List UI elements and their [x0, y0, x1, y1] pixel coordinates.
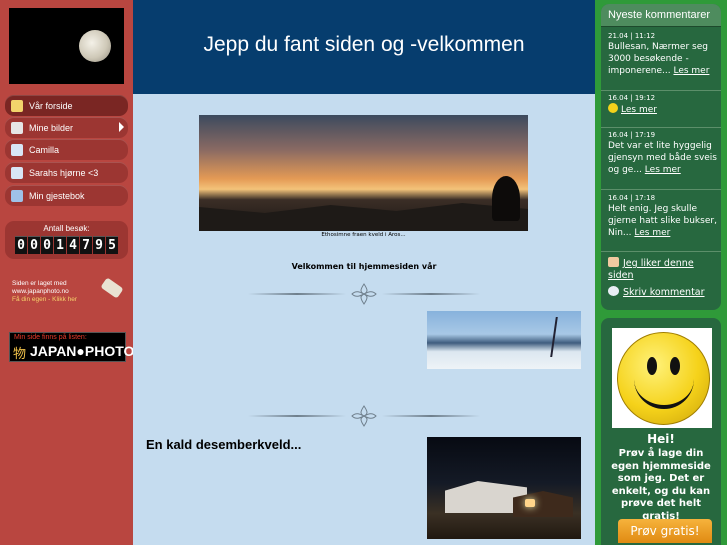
counter-digit: 1 — [54, 236, 66, 254]
comment-item: 16.04 | 17:19 Det var et lite hyggelig g… — [608, 130, 718, 176]
photos-icon — [11, 121, 23, 134]
ornament-icon — [351, 283, 377, 305]
smiley-mouth — [634, 371, 694, 409]
right-sidebar: Nyeste kommentarer 21.04 | 11:12 Bullesa… — [595, 0, 727, 545]
divider-line — [382, 293, 480, 295]
counter-digits: 00014795 — [15, 236, 118, 254]
guestbook-icon — [11, 189, 23, 202]
promo-link[interactable]: Få din egen - Klikk her — [12, 296, 127, 304]
write-comment-action[interactable]: Skriv kommentar — [608, 286, 718, 299]
comment-date: 21.04 | 11:12 — [608, 32, 656, 40]
read-more-link[interactable]: Les mer — [673, 66, 709, 76]
comment-separator — [601, 127, 721, 128]
read-more-link[interactable]: Les mer — [634, 228, 670, 238]
home-icon — [11, 99, 23, 112]
comment-separator — [601, 251, 721, 252]
tree-silhouette — [492, 176, 520, 221]
speech-bubble-icon — [608, 286, 619, 296]
try-free-button[interactable]: Prøv gratis! — [618, 519, 712, 543]
comment-item: 16.04 | 19:12 Les mer — [608, 93, 718, 116]
moon-image — [9, 8, 124, 84]
smiley-face-icon — [617, 332, 710, 425]
comment-date: 16.04 | 17:18 — [608, 194, 656, 202]
nav-label: Sarahs hjørne <3 — [29, 167, 99, 178]
sunset-photo[interactable] — [199, 115, 528, 231]
comment-separator — [601, 90, 721, 91]
nav-label: Min gjestebok — [29, 190, 85, 201]
counter-digit: 0 — [15, 236, 27, 254]
counter-digit: 0 — [28, 236, 40, 254]
banner-kanji: 物 — [13, 347, 27, 362]
comments-header: Nyeste kommentarer — [601, 4, 721, 27]
smiley-emoticon-icon — [608, 103, 618, 113]
nav-item-camilla[interactable]: Camilla — [5, 139, 128, 160]
document-icon — [11, 166, 23, 179]
page-title: Jepp du fant siden og -velkommen — [203, 33, 525, 56]
nav-item-bilder[interactable]: Mine bilder — [5, 117, 128, 138]
moon-disc — [79, 30, 111, 62]
read-more-link[interactable]: Les mer — [645, 165, 681, 175]
counter-digit: 7 — [80, 236, 92, 254]
counter-digit: 5 — [106, 236, 118, 254]
window-light — [525, 499, 535, 507]
nav-item-sarah[interactable]: Sarahs hjørne <3 — [5, 162, 128, 183]
document-icon — [11, 143, 23, 156]
counter-digit: 0 — [41, 236, 53, 254]
banner-logo-text: JAPAN●PHOTO — [30, 343, 135, 359]
latest-comments-panel: Nyeste kommentarer 21.04 | 11:12 Bullesa… — [601, 4, 721, 310]
counter-digit: 4 — [67, 236, 79, 254]
divider-line — [382, 415, 480, 417]
nav-label: Vår forside — [29, 100, 73, 111]
counter-label: Antall besøk: — [43, 224, 90, 233]
winter-lake-photo[interactable] — [427, 311, 581, 369]
comment-separator — [601, 189, 721, 190]
site-header: Jepp du fant siden og -velkommen — [133, 0, 595, 94]
post-title: En kald desemberkveld... — [146, 437, 302, 452]
banner-caption: Min side finns på listen: — [14, 334, 87, 341]
ornament-divider — [248, 282, 480, 306]
write-comment-link[interactable]: Skriv kommentar — [623, 287, 705, 298]
nav-item-forside[interactable]: Vår forside — [5, 95, 128, 116]
bare-tree — [550, 317, 574, 357]
comment-date: 16.04 | 19:12 — [608, 94, 656, 102]
house-night-photo[interactable] — [427, 437, 581, 539]
comment-item: 16.04 | 17:18 Helt enig. Jeg skulle gjer… — [608, 193, 718, 239]
promo-ad-panel: Hei! Prøv å lage din egen hjemmeside som… — [601, 318, 721, 545]
smiley-image — [612, 328, 712, 428]
welcome-text: Velkommen til hjemmesiden vår — [291, 262, 437, 271]
thumbs-up-icon — [608, 257, 619, 267]
ornament-divider — [248, 404, 480, 428]
nav-label: Camilla — [29, 144, 60, 155]
comment-date: 16.04 | 17:19 — [608, 131, 656, 139]
comment-item: 21.04 | 11:12 Bullesan, Nærmer seg 3000 … — [608, 31, 718, 77]
divider-line — [248, 415, 346, 417]
nav-item-gjestebok[interactable]: Min gjestebok — [5, 185, 128, 206]
submenu-arrow-icon — [119, 122, 124, 132]
japanphoto-promo[interactable]: Siden er laget med www.japanphoto.no Få … — [12, 277, 127, 310]
ornament-icon — [351, 405, 377, 427]
counter-digit: 9 — [93, 236, 105, 254]
hill-silhouette — [199, 203, 528, 231]
read-more-link[interactable]: Les mer — [621, 105, 657, 115]
visit-counter: Antall besøk: 00014795 — [5, 221, 128, 259]
like-link[interactable]: Jeg liker denne siden — [608, 258, 694, 281]
ad-text: Prøv å lage din egen hjemmeside som jeg.… — [611, 448, 711, 522]
nav-label: Mine bilder — [29, 122, 74, 133]
ad-title: Hei! — [647, 432, 675, 446]
like-action[interactable]: Jeg liker denne siden — [608, 257, 718, 282]
left-sidebar: Vår forside Mine bilder Camilla Sarahs h… — [0, 0, 134, 545]
photo-caption: Ethosimne fraen kveld i Aros... — [321, 232, 406, 238]
japanphoto-banner[interactable]: Min side finns på listen: 物 JAPAN●PHOTO — [9, 332, 134, 362]
main-content: Ethosimne fraen kveld i Aros... Velkomme… — [133, 94, 595, 545]
divider-line — [248, 293, 346, 295]
